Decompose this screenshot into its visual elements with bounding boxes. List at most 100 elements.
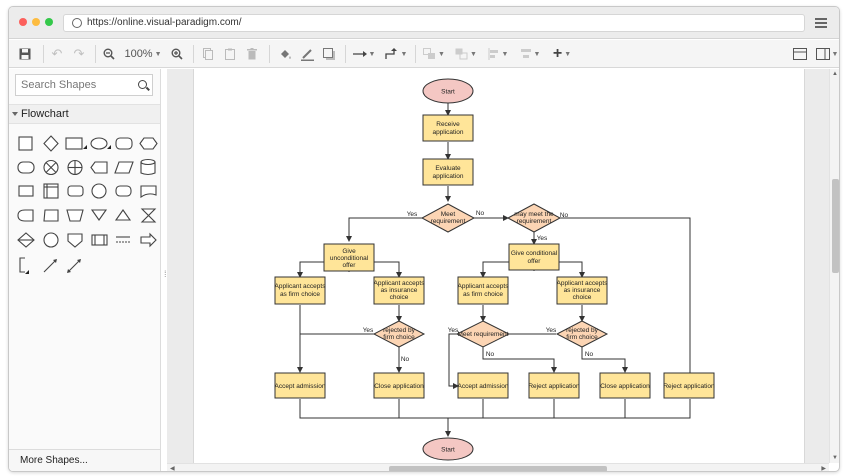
search-shapes-input[interactable]: Search Shapes xyxy=(15,74,153,96)
firm-choice-node-1[interactable]: Applicant accepts as firm choice xyxy=(274,276,327,305)
display-shape[interactable] xyxy=(90,161,108,174)
internal-storage-shape[interactable] xyxy=(43,183,59,199)
diagram-page: Start Receive application Evaluate appli… xyxy=(193,69,805,463)
vertical-scrollbar[interactable]: ▲ ▼ xyxy=(829,69,839,463)
start-node-bottom[interactable]: Start xyxy=(422,437,474,461)
insurance-choice-node-1[interactable]: Applicant accepts as insurance choice xyxy=(373,276,426,305)
connector-style-icon[interactable]: ▼ xyxy=(351,45,377,63)
ellipse-shape[interactable] xyxy=(90,137,108,150)
outline-icon[interactable]: ▼ xyxy=(815,45,839,63)
merge-shape[interactable] xyxy=(90,209,108,221)
give-unconditional-offer-node[interactable]: Give unconditional offer xyxy=(323,243,375,272)
hexagon-shape[interactable] xyxy=(139,137,158,150)
edge-label-no: No xyxy=(401,356,410,363)
insert-icon[interactable]: + ▼ xyxy=(549,45,575,63)
meet-requirement-decision[interactable]: Meet requirement xyxy=(420,203,476,233)
receive-application-node[interactable]: Receive application xyxy=(422,114,474,142)
horizontal-scrollbar[interactable]: ◀ ▶ xyxy=(167,463,829,471)
browser-menu-icon[interactable] xyxy=(815,18,827,28)
close-application-node-1[interactable]: Close application xyxy=(373,372,425,399)
paste-icon[interactable] xyxy=(223,45,237,63)
horizontal-scroll-thumb[interactable] xyxy=(389,466,607,471)
predefined-process-shape[interactable] xyxy=(91,234,108,246)
rectangle-shape[interactable] xyxy=(65,137,83,150)
vertical-scroll-thumb[interactable] xyxy=(832,179,839,273)
fill-color-icon[interactable] xyxy=(277,45,293,63)
direct-data-shape[interactable] xyxy=(67,185,84,197)
uncond-label-2: unconditional xyxy=(330,255,369,262)
scroll-down-arrow-icon[interactable]: ▼ xyxy=(832,455,838,461)
may-meet-requirement-decision[interactable]: may meet the requirement xyxy=(506,203,562,233)
format-panel-icon[interactable] xyxy=(791,45,809,63)
or-shape[interactable] xyxy=(67,159,83,176)
reject-application-node-2[interactable]: Reject application xyxy=(663,372,715,399)
meet-requirement-decision-2[interactable]: Meet requirement xyxy=(455,320,511,348)
undo-icon[interactable]: ↶ xyxy=(49,45,65,63)
zoom-out-icon[interactable] xyxy=(101,45,117,63)
rounded-rectangle-shape[interactable] xyxy=(115,137,133,150)
manual-operation-shape[interactable] xyxy=(43,209,59,222)
decision-shape[interactable] xyxy=(43,135,59,152)
delay-shape[interactable] xyxy=(115,185,132,197)
firm1-label-1: Applicant accepts xyxy=(275,283,327,290)
delete-icon[interactable] xyxy=(245,45,259,63)
shadow-icon[interactable] xyxy=(321,45,337,63)
bidirectional-arrow-shape[interactable] xyxy=(67,259,81,273)
start-shape[interactable] xyxy=(43,232,59,248)
line-arrow-shape[interactable] xyxy=(43,259,57,273)
sort-shape[interactable] xyxy=(17,232,35,248)
close-application-node-2[interactable]: Close application xyxy=(599,372,651,399)
connector-shape[interactable] xyxy=(91,183,107,199)
zoom-level-select[interactable]: 100% ▼ xyxy=(121,45,165,63)
scroll-up-arrow-icon[interactable]: ▲ xyxy=(832,71,838,77)
terminator-shape[interactable] xyxy=(17,161,35,174)
manual-input-shape[interactable] xyxy=(18,185,34,197)
scroll-right-arrow-icon[interactable]: ▶ xyxy=(821,465,826,471)
data-shape[interactable] xyxy=(114,161,134,174)
evaluate-application-node[interactable]: Evaluate application xyxy=(422,158,474,186)
bracket-shape[interactable] xyxy=(19,257,29,274)
edge-label-yes: Yes xyxy=(546,327,557,334)
collate-shape[interactable] xyxy=(140,208,157,223)
trapezoid-shape[interactable] xyxy=(66,209,84,222)
minimize-window-dot[interactable] xyxy=(32,18,40,26)
address-bar[interactable]: https://online.visual-paradigm.com/ xyxy=(63,14,805,32)
annotation-shape[interactable] xyxy=(116,236,130,243)
line-color-icon[interactable] xyxy=(299,45,315,63)
edge-label-no: No xyxy=(585,351,594,358)
flowchart-category-header[interactable]: Flowchart xyxy=(9,104,160,124)
start-node-top[interactable]: Start xyxy=(422,78,474,104)
to-back-icon[interactable]: ▼ xyxy=(453,45,479,63)
summing-junction-shape[interactable] xyxy=(43,159,59,176)
more-shapes-button[interactable]: More Shapes... xyxy=(9,449,160,471)
rej2-label-2: firm choice xyxy=(566,334,598,341)
redo-icon[interactable]: ↷ xyxy=(71,45,87,63)
firm-choice-node-2[interactable]: Applicant accepts as firm choice xyxy=(457,276,510,305)
copy-icon[interactable] xyxy=(201,45,215,63)
off-page-connector-shape[interactable] xyxy=(67,233,83,248)
close-window-dot[interactable] xyxy=(19,18,27,26)
database-shape[interactable] xyxy=(140,158,156,176)
accept-admission-node-1[interactable]: Accept admission xyxy=(274,372,326,399)
align-icon[interactable]: ▼ xyxy=(485,45,511,63)
card-shape[interactable] xyxy=(17,209,34,222)
scroll-left-arrow-icon[interactable]: ◀ xyxy=(170,465,175,471)
distribute-icon[interactable]: ▼ xyxy=(517,45,543,63)
rejected-by-firm-choice-decision-1[interactable]: rejected by firm choice xyxy=(372,320,426,348)
arrow-shape[interactable] xyxy=(140,232,157,248)
zoom-in-icon[interactable] xyxy=(169,45,185,63)
maximize-window-dot[interactable] xyxy=(45,18,53,26)
document-shape[interactable] xyxy=(140,185,157,199)
give-conditional-offer-node[interactable]: Give conditional offer xyxy=(508,243,560,271)
reject-application-node-1[interactable]: Reject application xyxy=(528,372,580,399)
rejected-by-firm-choice-decision-2[interactable]: rejected by firm choice xyxy=(555,320,609,348)
diagram-canvas[interactable]: Start Receive application Evaluate appli… xyxy=(167,69,829,463)
accept-admission-node-2[interactable]: Accept admission xyxy=(457,372,509,399)
extract-shape[interactable] xyxy=(114,209,132,221)
insurance-choice-node-2[interactable]: Applicant accepts as insurance choice xyxy=(556,276,609,305)
save-icon[interactable] xyxy=(17,45,33,63)
process-shape[interactable] xyxy=(18,136,33,151)
to-front-icon[interactable]: ▼ xyxy=(421,45,447,63)
waypoint-icon[interactable]: ▼ xyxy=(383,45,409,63)
search-icon[interactable] xyxy=(138,80,147,89)
